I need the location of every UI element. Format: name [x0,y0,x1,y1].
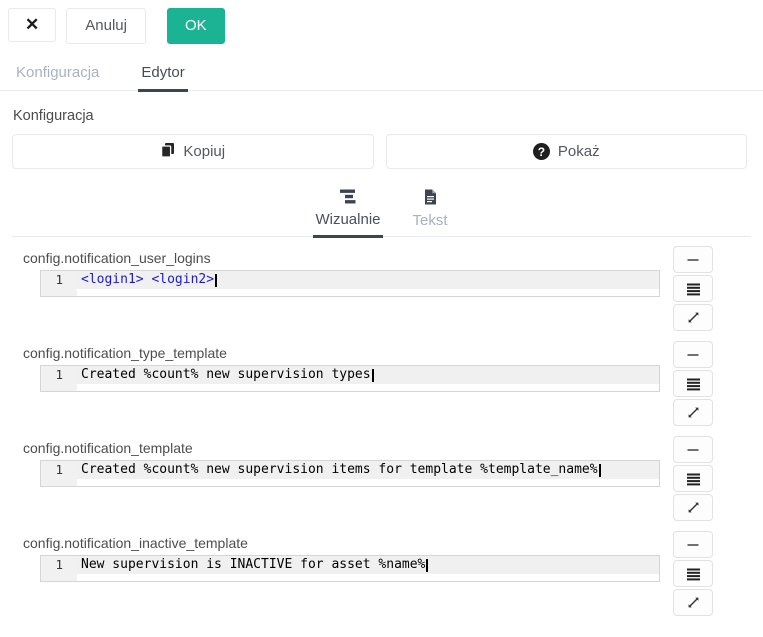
line-number: 1 [41,556,63,574]
justify-button[interactable] [673,275,713,302]
justify-button[interactable] [673,560,713,587]
minus-icon [685,252,701,268]
tab-edytor[interactable]: Edytor [138,64,187,92]
justify-lines-icon [686,472,701,486]
code-editor[interactable]: 1 Created %count% new supervision types [40,365,660,392]
field-label: config.notification_type_template [23,345,763,361]
code-line[interactable]: Created %count% new supervision items fo… [77,461,659,479]
code-area[interactable]: Created %count% new supervision types [77,366,659,391]
code-area[interactable]: New supervision is INACTIVE for asset %n… [77,556,659,581]
text-cursor [372,369,374,382]
diagonal-resize-icon [686,310,701,325]
diagonal-resize-icon [686,595,701,610]
show-button[interactable]: ? Pokaż [386,134,748,169]
editor-side-buttons [673,436,713,521]
code-area[interactable]: Created %count% new supervision items fo… [77,461,659,486]
resize-button[interactable] [673,494,713,521]
field-block: config.notification_template 1 Created %… [0,440,763,487]
tab-tekst[interactable]: Tekst [411,189,450,236]
field-block: config.notification_type_template 1 Crea… [0,345,763,392]
minimize-button[interactable] [673,436,713,463]
copy-icon [160,142,175,162]
fields-container: config.notification_user_logins 1 <login… [0,250,763,582]
close-button[interactable]: ✕ [8,8,56,42]
code-area[interactable]: <login1> <login2> [77,271,659,296]
text-cursor [599,464,601,477]
line-number: 1 [41,461,63,479]
field-label: config.notification_template [23,440,763,456]
line-number: 1 [41,271,63,289]
tab-wizualnie-label: Wizualnie [315,211,380,228]
minimize-button[interactable] [673,341,713,368]
minimize-button[interactable] [673,531,713,558]
question-circle-icon: ? [533,143,550,160]
file-text-icon [424,189,437,209]
editor-side-buttons [673,341,713,426]
close-icon: ✕ [25,15,39,34]
text-cursor [426,559,428,572]
minus-icon [685,537,701,553]
minus-icon [685,442,701,458]
line-number-gutter: 1 [41,366,77,391]
tab-konfiguracja[interactable]: Konfiguracja [13,64,102,90]
line-number-gutter: 1 [41,556,77,581]
field-label: config.notification_user_logins [23,250,763,266]
text-cursor [215,274,217,287]
field-block: config.notification_user_logins 1 <login… [0,250,763,297]
resize-button[interactable] [673,589,713,616]
field-label: config.notification_inactive_template [23,535,763,551]
copy-button-label: Kopiuj [183,143,225,160]
copy-button[interactable]: Kopiuj [12,134,374,169]
top-toolbar: ✕ Anuluj OK [0,0,763,44]
justify-lines-icon [686,282,701,296]
line-number-gutter: 1 [41,461,77,486]
code-editor[interactable]: 1 Created %count% new supervision items … [40,460,660,487]
resize-button[interactable] [673,399,713,426]
code-editor[interactable]: 1 <login1> <login2> [40,270,660,297]
editor-side-buttons [673,246,713,331]
diagonal-resize-icon [686,500,701,515]
justify-lines-icon [686,567,701,581]
action-button-row: Kopiuj ? Pokaż [12,134,747,169]
line-number-gutter: 1 [41,271,77,296]
section-title: Konfiguracja [13,108,763,124]
line-number: 1 [41,366,63,384]
tree-list-icon [339,189,356,208]
editor-mode-tab-bar: Wizualnie Tekst [12,189,751,237]
tab-wizualnie[interactable]: Wizualnie [313,189,382,238]
minus-icon [685,347,701,363]
main-tab-bar: Konfiguracja Edytor [0,44,763,91]
minimize-button[interactable] [673,246,713,273]
resize-button[interactable] [673,304,713,331]
tab-tekst-label: Tekst [413,212,448,229]
ok-button[interactable]: OK [167,8,225,44]
show-button-label: Pokaż [558,143,600,160]
code-line[interactable]: <login1> <login2> [77,271,659,289]
diagonal-resize-icon [686,405,701,420]
justify-lines-icon [686,377,701,391]
editor-side-buttons [673,531,713,616]
code-line[interactable]: New supervision is INACTIVE for asset %n… [77,556,659,574]
cancel-button[interactable]: Anuluj [66,8,146,44]
justify-button[interactable] [673,465,713,492]
code-editor[interactable]: 1 New supervision is INACTIVE for asset … [40,555,660,582]
field-block: config.notification_inactive_template 1 … [0,535,763,582]
code-line[interactable]: Created %count% new supervision types [77,366,659,384]
justify-button[interactable] [673,370,713,397]
